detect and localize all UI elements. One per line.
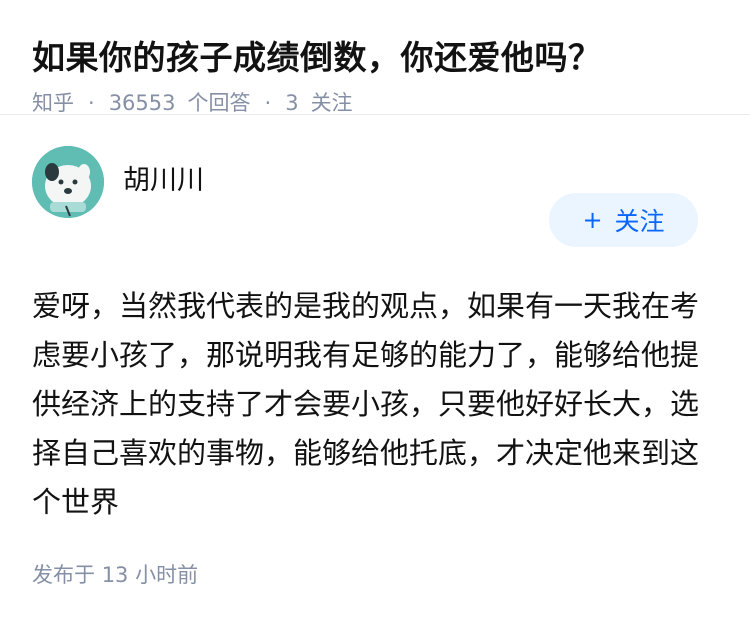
follow-button-label: 关注 xyxy=(614,207,665,236)
separator-dot: · xyxy=(264,91,272,115)
question-meta: 知乎 · 36553 个回答 · 3 关注 xyxy=(32,88,718,118)
question-header: 如果你的孩子成绩倒数，你还爱他吗？ 知乎 · 36553 个回答 · 3 关注 xyxy=(0,0,750,115)
source-label: 知乎 xyxy=(32,91,74,115)
follower-count-label: 关注 xyxy=(310,91,353,115)
author-name[interactable]: 胡川川 xyxy=(123,163,204,199)
avatar[interactable] xyxy=(32,146,104,218)
follow-button[interactable]: + 关注 xyxy=(549,193,698,247)
separator-dot: · xyxy=(88,91,95,115)
published-label: 发布于 xyxy=(32,563,95,587)
follower-count: 3 xyxy=(285,91,299,115)
answer-content[interactable]: 爱呀，当然我代表的是我的观点，如果有一天我在考虑要小孩了，那说明我有足够的能力了… xyxy=(32,282,712,527)
avatar-illustration-icon xyxy=(32,146,104,218)
question-title[interactable]: 如果你的孩子成绩倒数，你还爱他吗？ xyxy=(32,36,718,80)
answer-footer: 发布于 13 小时前 xyxy=(32,558,198,592)
answer-count: 36553 xyxy=(108,91,176,115)
answer-count-label: 个回答 xyxy=(187,91,251,115)
published-time: 13 小时前 xyxy=(101,563,199,587)
plus-icon: + xyxy=(582,206,603,234)
